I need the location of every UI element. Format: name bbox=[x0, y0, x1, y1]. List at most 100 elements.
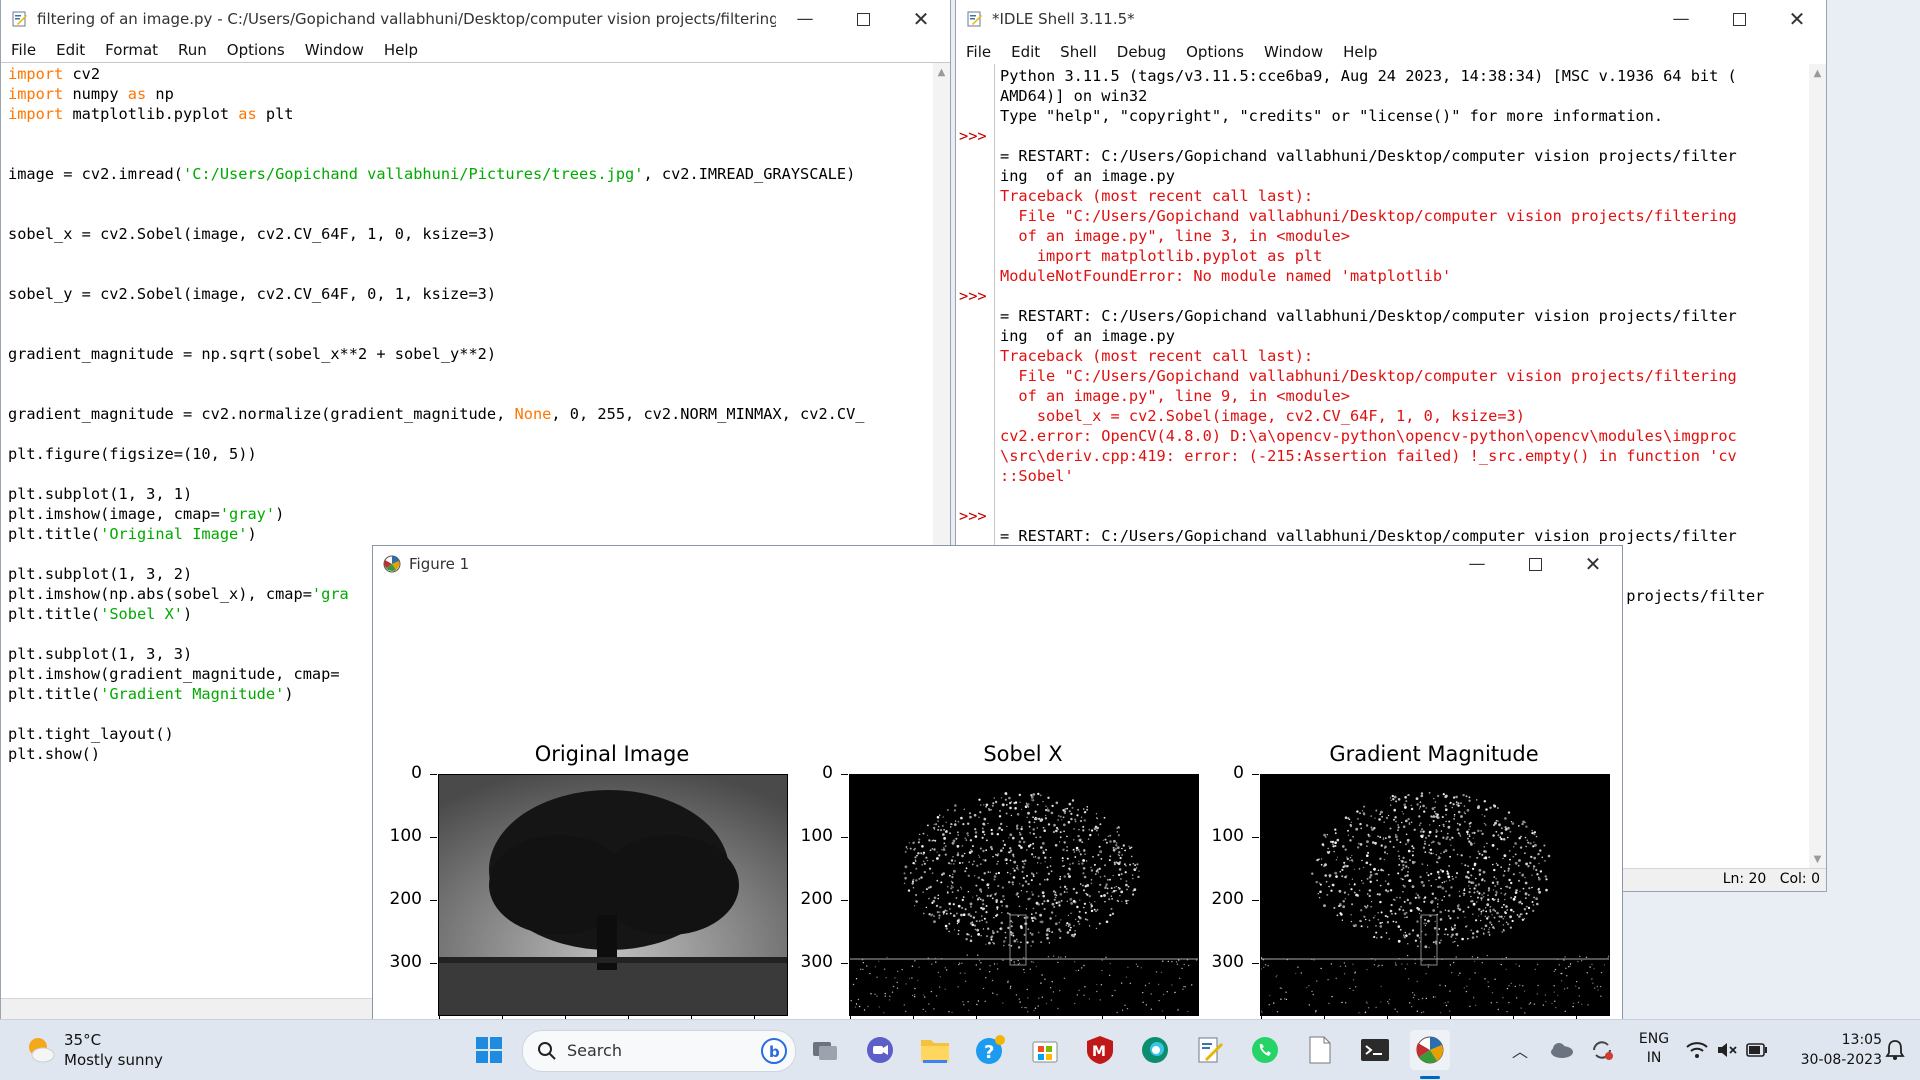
shell-menu-file[interactable]: File bbox=[956, 43, 1001, 61]
y-tick-label: 0 bbox=[822, 763, 833, 783]
code-line: gradient_magnitude = np.sqrt(sobel_x**2 … bbox=[8, 344, 865, 364]
shell-prompt bbox=[959, 406, 987, 426]
scroll-up-icon[interactable]: ▲ bbox=[1809, 68, 1826, 79]
edge-icon[interactable] bbox=[1135, 1030, 1175, 1070]
store-icon[interactable] bbox=[1025, 1030, 1065, 1070]
shell-menu-help[interactable]: Help bbox=[1333, 43, 1387, 61]
code-line: gradient_magnitude = cv2.normalize(gradi… bbox=[8, 404, 865, 424]
code-token: ) bbox=[247, 525, 257, 543]
shell-menu-shell[interactable]: Shell bbox=[1050, 43, 1107, 61]
subplot-title: Sobel X bbox=[983, 742, 1063, 766]
y-tick-mark bbox=[430, 963, 437, 964]
shell-output[interactable]: Python 3.11.5 (tags/v3.11.5:cce6ba9, Aug… bbox=[1000, 66, 1764, 606]
battery-icon[interactable] bbox=[1746, 1043, 1768, 1057]
subplot-image[interactable] bbox=[849, 774, 1199, 1016]
code-token: plt.subplot(1, 3, 3) bbox=[8, 645, 193, 663]
y-tick-mark bbox=[841, 774, 848, 775]
editor-menu-options[interactable]: Options bbox=[217, 41, 295, 59]
file-explorer-icon[interactable] bbox=[915, 1030, 955, 1070]
mcafee-icon[interactable]: M bbox=[1080, 1030, 1120, 1070]
editor-menu-file[interactable]: File bbox=[1, 41, 46, 59]
taskbar-search[interactable]: Search b bbox=[522, 1030, 796, 1072]
subplot-image[interactable] bbox=[438, 774, 788, 1016]
clock[interactable]: 13:05 30-08-2023 bbox=[1772, 1030, 1882, 1070]
maximize-button[interactable] bbox=[834, 0, 892, 38]
y-tick-label: 300 bbox=[1211, 952, 1244, 972]
whatsapp-icon[interactable] bbox=[1245, 1030, 1285, 1070]
code-token: gradient_magnitude = cv2.normalize(gradi… bbox=[8, 405, 515, 423]
code-token: plt.show() bbox=[8, 745, 101, 763]
clock-date: 30-08-2023 bbox=[1800, 1052, 1882, 1068]
subplot-title: Gradient Magnitude bbox=[1329, 742, 1539, 766]
idle-taskbar-icon[interactable] bbox=[1190, 1030, 1230, 1070]
shell-menu-window[interactable]: Window bbox=[1254, 43, 1333, 61]
figure-titlebar[interactable]: Figure 1 — ✕ bbox=[373, 546, 1622, 582]
code-token: 'Sobel X' bbox=[100, 605, 183, 623]
shell-menu-debug[interactable]: Debug bbox=[1107, 43, 1176, 61]
subplot-image[interactable] bbox=[1260, 774, 1610, 1016]
region-code: IN bbox=[1646, 1050, 1662, 1066]
matplotlib-taskbar-icon[interactable] bbox=[1410, 1030, 1450, 1070]
close-button[interactable]: ✕ bbox=[1564, 546, 1622, 583]
start-button[interactable] bbox=[469, 1030, 509, 1070]
y-tick-label: 100 bbox=[389, 826, 422, 846]
editor-menu-run[interactable]: Run bbox=[168, 41, 217, 59]
task-view-icon[interactable] bbox=[805, 1030, 845, 1070]
shell-prompt bbox=[959, 346, 987, 366]
code-token: plt bbox=[256, 105, 294, 123]
figure-window: Figure 1 — ✕ Original Image 0 100 200 300 Sob… bbox=[372, 545, 1623, 1020]
maximize-button[interactable] bbox=[1506, 546, 1564, 583]
editor-menu-format[interactable]: Format bbox=[95, 41, 168, 59]
code-line: import numpy as np bbox=[8, 84, 865, 104]
shell-scrollbar[interactable]: ▲ ▼ bbox=[1809, 64, 1826, 869]
minimize-button[interactable]: — bbox=[776, 0, 834, 38]
y-tick-mark bbox=[1252, 837, 1259, 838]
speaker-muted-icon[interactable] bbox=[1716, 1041, 1738, 1059]
help-icon[interactable]: ? bbox=[970, 1030, 1010, 1070]
notification-bell-icon[interactable] bbox=[1884, 1038, 1906, 1062]
code-token: plt.title( bbox=[8, 525, 101, 543]
weather-widget[interactable]: 35°C Mostly sunny bbox=[22, 1028, 192, 1072]
meet-icon[interactable] bbox=[860, 1030, 900, 1070]
editor-menu-help[interactable]: Help bbox=[374, 41, 428, 59]
shell-menu-options[interactable]: Options bbox=[1176, 43, 1254, 61]
code-line: plt.figure(figsize=(10, 5)) bbox=[8, 444, 865, 464]
editor-titlebar[interactable]: filtering of an image.py - C:/Users/Gopi… bbox=[1, 0, 950, 38]
wifi-icon[interactable] bbox=[1686, 1041, 1708, 1059]
terminal-icon[interactable] bbox=[1355, 1030, 1395, 1070]
shell-prompt bbox=[959, 526, 987, 546]
language-indicator[interactable]: ENG IN bbox=[1636, 1030, 1672, 1068]
shell-menu-edit[interactable]: Edit bbox=[1001, 43, 1050, 61]
tray-overflow-icon[interactable]: ︿ bbox=[1512, 1038, 1528, 1062]
notepad-icon[interactable] bbox=[1300, 1030, 1340, 1070]
minimize-button[interactable]: — bbox=[1448, 546, 1506, 583]
onedrive-icon[interactable] bbox=[1549, 1041, 1575, 1059]
close-button[interactable]: ✕ bbox=[892, 0, 950, 38]
editor-menu-window[interactable]: Window bbox=[295, 41, 374, 59]
maximize-button[interactable] bbox=[1710, 0, 1768, 38]
shell-line: cv2.error: OpenCV(4.8.0) D:\a\opencv-pyt… bbox=[1000, 427, 1737, 445]
editor-menu-edit[interactable]: Edit bbox=[46, 41, 95, 59]
y-tick-mark bbox=[841, 963, 848, 964]
scroll-up-icon[interactable]: ▲ bbox=[933, 67, 950, 78]
shell-prompt bbox=[959, 166, 987, 186]
svg-text:?: ? bbox=[984, 1042, 994, 1063]
scroll-down-icon[interactable]: ▼ bbox=[1809, 854, 1826, 865]
close-icon: ✕ bbox=[912, 7, 930, 31]
sync-icon[interactable] bbox=[1590, 1038, 1614, 1062]
shell-prompt bbox=[959, 206, 987, 226]
shell-titlebar[interactable]: *IDLE Shell 3.11.5* — ✕ bbox=[956, 0, 1826, 38]
minimize-button[interactable]: — bbox=[1652, 0, 1710, 38]
code-token: 'Gradient Magnitude' bbox=[100, 685, 285, 703]
figure-canvas[interactable]: Original Image 0 100 200 300 Sobel X 0 100 200 30… bbox=[373, 582, 1622, 1019]
shell-prompt bbox=[959, 426, 987, 446]
close-button[interactable]: ✕ bbox=[1768, 0, 1826, 38]
shell-line: ::Sobel' bbox=[1000, 467, 1074, 485]
y-tick-label: 300 bbox=[800, 952, 833, 972]
code-token: plt.imshow(gradient_magnitude, cmap= bbox=[8, 665, 340, 683]
search-icon bbox=[538, 1042, 556, 1060]
